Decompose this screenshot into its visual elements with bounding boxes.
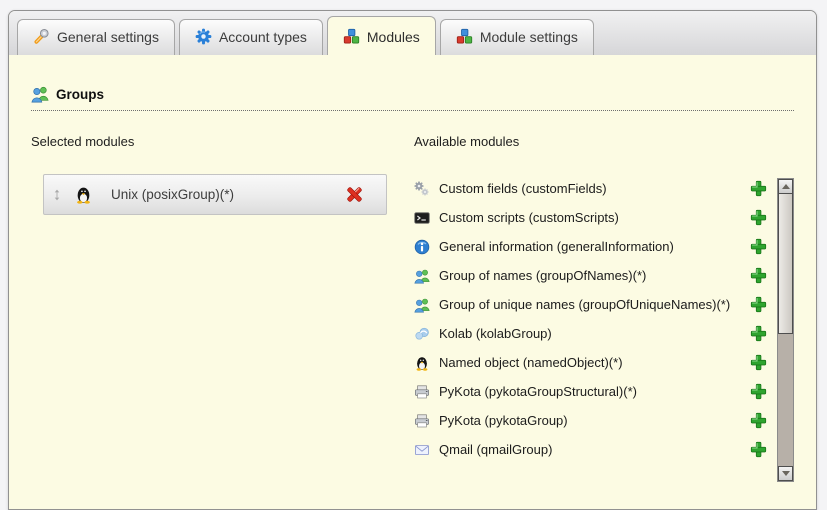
module-label: Named object (namedObject)(*) <box>439 355 623 370</box>
arrow-down-icon <box>782 471 790 476</box>
tab-label: General settings <box>57 29 159 45</box>
arrow-up-icon <box>782 184 790 189</box>
list-item: Custom scripts (customScripts) <box>414 203 768 232</box>
selected-module-label: Unix (posixGroup)(*) <box>111 187 345 202</box>
scrollbar-thumb[interactable] <box>778 194 793 334</box>
list-item: Kolab (kolabGroup) <box>414 319 768 348</box>
tab-module-settings[interactable]: Module settings <box>440 19 594 55</box>
mail-icon <box>414 442 431 458</box>
list-item: PyKota (pykotaGroup) <box>414 406 768 435</box>
list-item: PyKota (pykotaGroupStructural)(*) <box>414 377 768 406</box>
tux-icon <box>74 185 93 204</box>
list-item: General information (generalInformation) <box>414 232 768 261</box>
terminal-icon <box>414 210 431 226</box>
available-modules-heading: Available modules <box>414 134 794 149</box>
tab-account-types[interactable]: Account types <box>179 19 323 55</box>
section-title: Groups <box>56 87 104 102</box>
modules-icon <box>456 28 473 45</box>
printer-icon <box>414 384 431 400</box>
selected-modules-heading: Selected modules <box>31 134 389 149</box>
add-module-button[interactable] <box>750 383 768 400</box>
gears-icon <box>414 181 431 197</box>
tab-modules[interactable]: Modules <box>327 16 436 55</box>
groups-section-header: Groups <box>31 85 794 111</box>
remove-module-button[interactable] <box>345 185 364 204</box>
module-label: PyKota (pykotaGroupStructural)(*) <box>439 384 637 399</box>
available-modules-list: Custom fields (customFields) Custom scri… <box>414 174 768 482</box>
scrollbar-track[interactable] <box>778 334 793 466</box>
available-modules-scrollbar[interactable] <box>777 178 794 482</box>
selected-modules-column: Selected modules Unix (posixGroup)(*) <box>31 134 389 482</box>
list-item: Group of names (groupOfNames)(*) <box>414 261 768 290</box>
info-icon <box>414 239 431 255</box>
module-label: Custom scripts (customScripts) <box>439 210 619 225</box>
list-item: Named object (namedObject)(*) <box>414 348 768 377</box>
module-label: Qmail (qmailGroup) <box>439 442 552 457</box>
module-label: Kolab (kolabGroup) <box>439 326 552 341</box>
module-label: Group of names (groupOfNames)(*) <box>439 268 646 283</box>
add-module-button[interactable] <box>750 412 768 429</box>
tab-label: Account types <box>219 29 307 45</box>
modules-icon <box>343 28 360 45</box>
tab-general-settings[interactable]: General settings <box>17 19 175 55</box>
add-module-button[interactable] <box>750 354 768 371</box>
module-label: Group of unique names (groupOfUniqueName… <box>439 297 730 312</box>
printer-icon <box>414 413 431 429</box>
add-module-button[interactable] <box>750 441 768 458</box>
add-module-button[interactable] <box>750 325 768 342</box>
add-module-button[interactable] <box>750 238 768 255</box>
module-label: General information (generalInformation) <box>439 239 674 254</box>
module-label: Custom fields (customFields) <box>439 181 607 196</box>
drag-handle-icon[interactable] <box>50 188 64 202</box>
tab-label: Module settings <box>480 29 578 45</box>
tab-content: Groups Selected modules Unix (posixGroup… <box>9 85 816 482</box>
add-module-button[interactable] <box>750 296 768 313</box>
module-label: PyKota (pykotaGroup) <box>439 413 568 428</box>
scroll-up-button[interactable] <box>778 179 793 194</box>
group-icon <box>414 268 431 284</box>
kolab-icon <box>414 326 431 342</box>
add-module-button[interactable] <box>750 180 768 197</box>
list-item: Qmail (qmailGroup) <box>414 435 768 464</box>
group-icon <box>414 297 431 313</box>
selected-module-row[interactable]: Unix (posixGroup)(*) <box>43 174 387 215</box>
list-item: Custom fields (customFields) <box>414 174 768 203</box>
tux-icon <box>414 355 431 371</box>
tab-label: Modules <box>367 29 420 45</box>
list-item: Group of unique names (groupOfUniqueName… <box>414 290 768 319</box>
wrench-icon <box>33 28 50 45</box>
add-module-button[interactable] <box>750 209 768 226</box>
config-window: General settings Account types Modules M… <box>8 10 817 510</box>
tab-bar: General settings Account types Modules M… <box>9 11 816 55</box>
gear-icon <box>195 28 212 45</box>
add-module-button[interactable] <box>750 267 768 284</box>
available-modules-column: Available modules Custom fields (customF… <box>389 134 794 482</box>
scroll-down-button[interactable] <box>778 466 793 481</box>
group-icon <box>31 85 49 103</box>
